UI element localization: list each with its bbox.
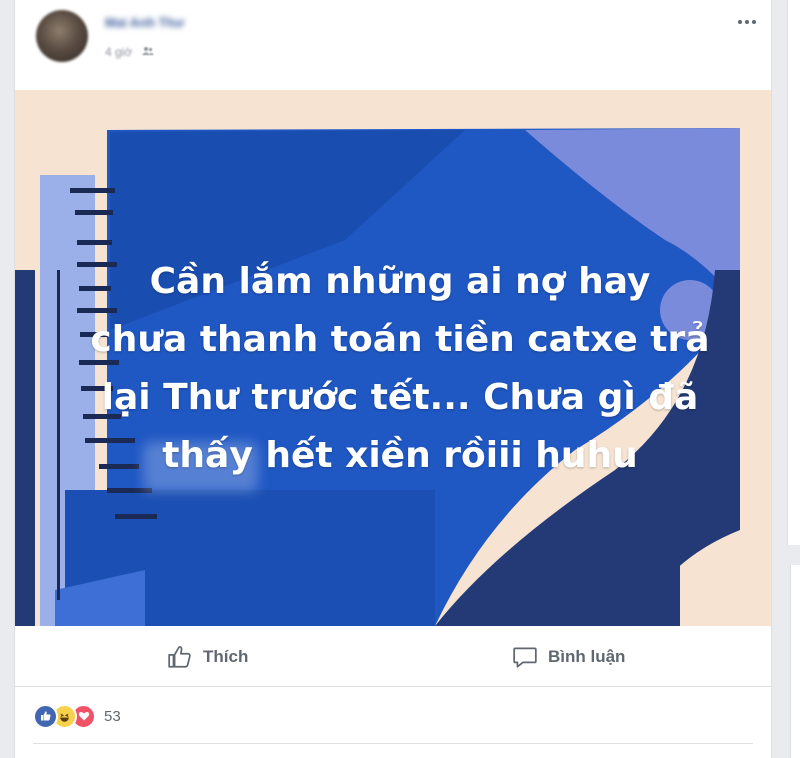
- page-gutter-left: [0, 0, 14, 758]
- right-column-panel: [787, 0, 800, 545]
- like-label: Thích: [203, 647, 249, 666]
- reactions-summary[interactable]: 53: [33, 703, 121, 729]
- post-options-more-icon[interactable]: [735, 12, 759, 32]
- post-body-line: thấy hết xiền rồiii huhu: [162, 435, 638, 476]
- like-button[interactable]: Thích: [167, 644, 248, 670]
- post-timestamp[interactable]: 4 giờ: [105, 45, 132, 59]
- post-meta: 4 giờ: [105, 45, 154, 59]
- right-column-panel-lower: [790, 565, 800, 758]
- post-colored-background: Cần lắm những ai nợ hay chưa thanh toán …: [15, 90, 771, 626]
- post-action-bar: Thích Bình luận: [15, 626, 771, 687]
- comments-divider: [33, 743, 753, 744]
- comment-label: Bình luận: [548, 647, 626, 666]
- post-card: Mai Anh Thư 4 giờ Cần lắm những ai nợ ha…: [14, 0, 772, 758]
- audience-friends-icon[interactable]: [141, 45, 154, 59]
- comment-bubble-icon: [513, 647, 537, 668]
- post-body-line: Cần lắm những ai nợ hay: [149, 261, 651, 302]
- post-body-line: chưa thanh toán tiền catxe trả: [90, 319, 710, 360]
- like-reaction-icon: [33, 703, 58, 729]
- comment-button[interactable]: Bình luận: [512, 644, 625, 670]
- thumbs-up-icon: [168, 646, 191, 668]
- post-body-text: Cần lắm những ai nợ hay chưa thanh toán …: [60, 253, 740, 485]
- reaction-count: 53: [104, 707, 121, 725]
- author-name[interactable]: Mai Anh Thư: [105, 15, 184, 30]
- post-body-line: lại Thư trước tết... Chưa gì đã: [101, 377, 699, 418]
- author-avatar[interactable]: [36, 10, 88, 62]
